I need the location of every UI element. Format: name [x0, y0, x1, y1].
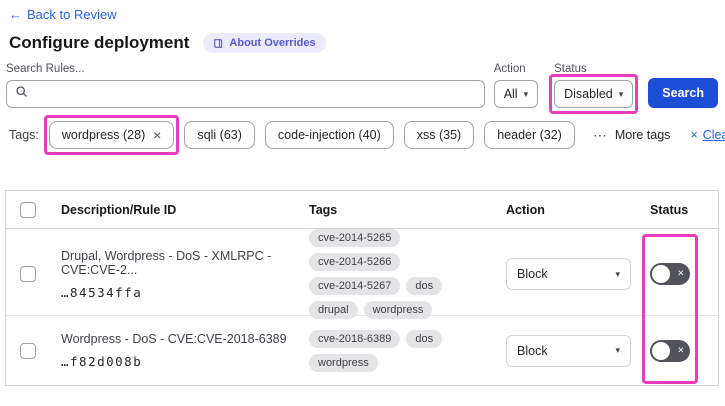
annotation-highlight-wordpress-chip: wordpress (28) ×	[43, 115, 179, 155]
rule-description: Wordpress - DoS - CVE:CVE-2018-6389	[61, 332, 287, 346]
rule-description: Drupal, Wordpress - DoS - XMLRPC - CVE:C…	[61, 248, 272, 277]
column-header-action: Action	[506, 202, 545, 217]
annotation-highlight-status-filter: Disabled ▾	[549, 74, 639, 114]
clear-tags-label: Clear tags	[702, 128, 725, 142]
rules-table: Description/Rule ID Tags Action Status D…	[5, 190, 719, 386]
column-header-status: Status	[650, 202, 689, 217]
action-select-value: Block	[517, 343, 548, 358]
chevron-down-icon: ▾	[615, 345, 620, 355]
rule-tag-pill: cve-2014-5265	[309, 229, 401, 247]
close-icon[interactable]: ×	[153, 128, 161, 142]
close-icon: ×	[677, 344, 684, 356]
search-icon	[15, 85, 28, 103]
action-select-value: Block	[517, 267, 548, 281]
search-rules-input[interactable]	[34, 87, 476, 101]
action-filter-value: All	[503, 87, 518, 101]
toggle-knob	[652, 265, 670, 283]
chevron-down-icon: ▾	[523, 88, 529, 99]
tag-chip-header[interactable]: header (32)	[484, 121, 575, 149]
tag-chip-label: wordpress (28)	[61, 128, 146, 142]
search-rules-label: Search Rules...	[6, 63, 85, 75]
chevron-down-icon: ▾	[618, 88, 624, 99]
rule-tag-pill: wordpress	[363, 301, 433, 319]
column-header-tags: Tags	[309, 202, 338, 217]
tag-chip-sqli[interactable]: sqli (63)	[184, 121, 255, 149]
tag-chip-code-injection[interactable]: code-injection (40)	[264, 121, 394, 149]
status-filter-value: Disabled	[564, 87, 613, 101]
status-filter-label: Status	[554, 63, 587, 75]
search-rules-box	[6, 80, 485, 108]
ellipsis-icon: ⋯	[592, 126, 608, 143]
rule-tags: cve-2018-6389 dos wordpress	[309, 329, 506, 372]
about-overrides-label: About Overrides	[229, 37, 316, 49]
back-link-label: Back to Review	[27, 7, 117, 22]
search-button[interactable]: Search	[648, 78, 718, 108]
rule-tag-pill: cve-2014-5266	[309, 253, 401, 271]
action-filter-dropdown[interactable]: All ▾	[493, 80, 539, 108]
rule-id: …f82d008b	[61, 354, 143, 369]
select-all-checkbox[interactable]	[20, 201, 36, 218]
toggle-knob	[652, 341, 670, 360]
tag-chip-xss[interactable]: xss (35)	[403, 121, 475, 149]
column-header-description: Description/Rule ID	[61, 202, 177, 217]
more-tags-label: More tags	[614, 128, 671, 142]
status-toggle[interactable]: ×	[650, 263, 690, 285]
more-tags-button[interactable]: ⋯ More tags	[593, 127, 671, 144]
row-checkbox[interactable]	[20, 342, 36, 359]
chevron-down-icon: ▾	[615, 268, 620, 279]
about-overrides-badge[interactable]: About Overrides	[203, 33, 326, 53]
status-toggle[interactable]: ×	[650, 339, 690, 362]
rule-tag-pill: dos	[406, 277, 443, 295]
row-checkbox[interactable]	[20, 266, 36, 282]
action-select[interactable]: Block ▾	[506, 334, 631, 367]
rule-tag-pill: drupal	[309, 301, 358, 319]
table-header-row: Description/Rule ID Tags Action Status	[6, 191, 718, 229]
close-icon: ×	[677, 267, 684, 280]
clear-tags-link[interactable]: × Clear tags	[690, 128, 725, 142]
configure-deployment-page: ← Back to Review Configure deployment Ab…	[0, 0, 725, 406]
status-filter-dropdown[interactable]: Disabled ▾	[554, 80, 634, 108]
rule-tag-pill: cve-2018-6389	[309, 329, 401, 348]
back-to-review-link[interactable]: ← Back to Review	[9, 7, 117, 22]
close-icon: ×	[690, 128, 698, 142]
rule-tag-pill: cve-2014-5267	[309, 277, 401, 295]
rule-id: …84534ffa	[61, 284, 143, 300]
table-row: Wordpress - DoS - CVE:CVE-2018-6389 …f82…	[6, 315, 718, 385]
rule-tags: cve-2014-5265 cve-2014-5266 cve-2014-526…	[309, 229, 506, 319]
action-filter-label: Action	[493, 63, 526, 75]
page-title: Configure deployment	[9, 33, 190, 52]
tags-bar-label: Tags:	[9, 128, 39, 142]
book-icon	[213, 38, 224, 49]
tags-bar: Tags: wordpress (28) × sqli (63) code-in…	[9, 115, 725, 155]
table-row: Drupal, Wordpress - DoS - XMLRPC - CVE:C…	[6, 229, 718, 319]
back-arrow-icon: ←	[9, 7, 22, 22]
action-select[interactable]: Block ▾	[506, 258, 631, 290]
title-row: Configure deployment About Overrides	[9, 33, 326, 53]
tag-chip-wordpress[interactable]: wordpress (28) ×	[48, 121, 175, 149]
rule-tag-pill: dos	[406, 329, 443, 348]
filter-bar: Search Rules... Action All ▾ Status Disa…	[6, 63, 718, 114]
rule-tag-pill: wordpress	[309, 353, 378, 372]
